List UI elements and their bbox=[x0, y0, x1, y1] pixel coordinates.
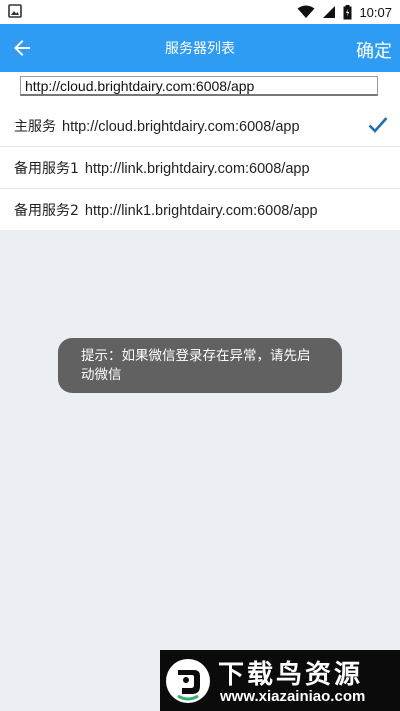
watermark-url: www.xiazainiao.com bbox=[220, 688, 366, 705]
app-bar: 服务器列表 确定 bbox=[0, 24, 400, 72]
server-panel: 主服务 http://cloud.brightdairy.com:6008/app… bbox=[0, 72, 400, 230]
toast-message: 提示：如果微信登录存在异常，请先启动微信 bbox=[58, 338, 342, 393]
status-bar: 10:07 bbox=[0, 0, 400, 24]
server-item-label: 备用服务2 http://link1.brightdairy.com:6008/a… bbox=[14, 200, 318, 220]
server-item-backup-1[interactable]: 备用服务1 http://link.brightdairy.com:6008/ap… bbox=[0, 147, 400, 187]
image-notification-icon bbox=[8, 4, 22, 18]
server-name: 备用服务2 bbox=[14, 203, 79, 219]
server-item-label: 主服务 http://cloud.brightdairy.com:6008/app bbox=[14, 116, 300, 136]
checkmark-icon bbox=[368, 117, 388, 133]
page-title: 服务器列表 bbox=[165, 41, 235, 57]
server-url-input[interactable] bbox=[20, 76, 378, 96]
server-url: http://cloud.brightdairy.com:6008/app bbox=[62, 119, 300, 135]
status-time: 10:07 bbox=[359, 4, 392, 20]
server-url: http://link.brightdairy.com:6008/app bbox=[84, 161, 310, 177]
server-item-backup-2[interactable]: 备用服务2 http://link1.brightdairy.com:6008/a… bbox=[0, 189, 400, 229]
server-item-main[interactable]: 主服务 http://cloud.brightdairy.com:6008/app bbox=[0, 105, 400, 145]
bird-logo-icon bbox=[166, 659, 210, 703]
server-name: 主服务 bbox=[14, 119, 56, 135]
watermark: 下载鸟资源 www.xiazainiao.com bbox=[160, 650, 400, 711]
server-url: http://link1.brightdairy.com:6008/app bbox=[84, 203, 318, 219]
watermark-title: 下载鸟资源 bbox=[218, 660, 364, 690]
signal-icon bbox=[323, 6, 336, 18]
wifi-icon bbox=[297, 5, 315, 18]
confirm-button[interactable]: 确定 bbox=[356, 37, 392, 63]
server-name: 备用服务1 bbox=[14, 161, 79, 177]
battery-icon bbox=[343, 4, 352, 19]
server-item-label: 备用服务1 http://link.brightdairy.com:6008/ap… bbox=[14, 158, 310, 178]
